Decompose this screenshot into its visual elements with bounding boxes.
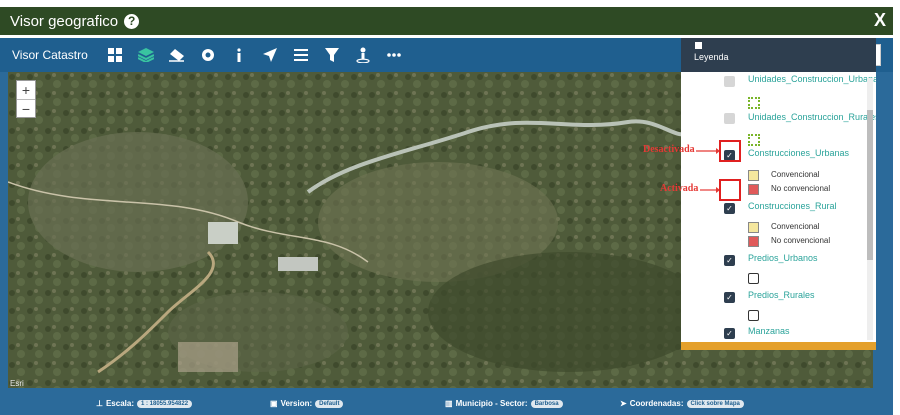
more-icon[interactable] — [383, 44, 405, 66]
building-icon: ▥ — [445, 399, 453, 408]
annotation-box-activated — [719, 179, 741, 201]
scroll-thumb[interactable] — [867, 110, 873, 260]
scale-status: ⊥ Escala: 1 : 18055.954822 — [96, 399, 193, 408]
zoom-out-button[interactable]: − — [17, 99, 35, 117]
layer-label: Construcciones_Urbanas — [748, 148, 850, 158]
zoom-control: + − — [16, 80, 36, 118]
legend-footer — [681, 342, 876, 350]
layer-symbol — [748, 310, 759, 321]
camera-icon: ▣ — [270, 399, 278, 408]
legend-header: Leyenda — [681, 38, 876, 72]
municipio-label: Municipio - Sector: — [455, 399, 528, 408]
municipio-status: ▥ Municipio - Sector: Barbosa — [445, 399, 563, 408]
layer-checkbox[interactable]: ✓ — [724, 203, 735, 214]
coords-status: ➤ Coordenadas: Click sobre Mapa — [620, 399, 744, 408]
location-arrow-icon: ➤ — [620, 399, 627, 408]
layer-label: Predios_Rurales — [748, 290, 815, 300]
map-attribution: Esri — [10, 379, 24, 388]
class-label: Convencional — [771, 170, 820, 179]
layer-label: Manzanas — [748, 326, 790, 336]
swatch-no-convencional — [748, 236, 759, 247]
filter-icon[interactable] — [321, 44, 343, 66]
window-title: Visor geografico — [10, 12, 119, 30]
layer-label: Predios_Urbanos — [748, 253, 818, 263]
scale-icon: ⊥ — [96, 399, 103, 408]
zoom-in-button[interactable]: + — [17, 81, 35, 99]
layer-label: Construcciones_Rural — [748, 201, 837, 211]
coords-label: Coordenadas: — [629, 399, 684, 408]
version-status: ▣ Version: Default — [270, 399, 344, 408]
annotation-deactivated: Desactivada — [643, 144, 695, 155]
version-value: Default — [315, 399, 344, 408]
coords-value[interactable]: Click sobre Mapa — [686, 399, 744, 408]
layer-checkbox[interactable] — [724, 113, 735, 124]
class-label: Convencional — [771, 222, 820, 231]
layer-checkbox[interactable] — [724, 76, 735, 87]
legend-scrollbar[interactable] — [867, 78, 873, 340]
annotation-arrow — [700, 187, 720, 193]
person-pin-icon[interactable] — [352, 44, 374, 66]
swatch-convencional — [748, 170, 759, 181]
layer-checkbox[interactable]: ✓ — [724, 292, 735, 303]
info-icon[interactable] — [228, 44, 250, 66]
class-label: No convencional — [771, 236, 831, 245]
swatch-convencional — [748, 222, 759, 233]
layer-symbol — [748, 134, 760, 146]
target-icon[interactable] — [197, 44, 219, 66]
navigate-icon[interactable] — [259, 44, 281, 66]
help-icon[interactable]: ? — [124, 13, 140, 29]
legend-body: Unidades_Construccion_Urbanas Unidades_C… — [681, 72, 876, 342]
layer-label: Unidades_Construccion_Rurales — [748, 112, 876, 122]
version-label: Version: — [280, 399, 313, 408]
list-icon[interactable] — [290, 44, 312, 66]
layers-icon[interactable] — [135, 44, 157, 66]
annotation-box-deactivated — [719, 140, 741, 162]
annotation-activated: Activada — [660, 183, 699, 194]
legend-title: Leyenda — [694, 52, 729, 62]
grid-icon[interactable] — [104, 44, 126, 66]
layer-label: Unidades_Construccion_Urbanas — [748, 74, 876, 84]
scale-label: Escala: — [105, 399, 134, 408]
scale-value: 1 : 18055.954822 — [137, 399, 193, 408]
layer-symbol — [748, 273, 759, 284]
annotation-arrow — [696, 148, 720, 154]
layer-checkbox[interactable]: ✓ — [724, 255, 735, 266]
layer-checkbox[interactable]: ✓ — [724, 328, 735, 339]
status-bar: ⊥ Escala: 1 : 18055.954822 ▣ Version: De… — [0, 393, 893, 415]
eraser-icon[interactable] — [166, 44, 188, 66]
window-titlebar: Visor geografico ? X — [0, 7, 893, 35]
legend-toggle-icon[interactable] — [695, 42, 702, 49]
layer-symbol — [748, 97, 760, 109]
swatch-no-convencional — [748, 184, 759, 195]
app-title: Visor Catastro — [12, 48, 88, 62]
municipio-value: Barbosa — [530, 399, 563, 408]
class-label: No convencional — [771, 184, 831, 193]
close-icon[interactable]: X — [874, 10, 886, 31]
